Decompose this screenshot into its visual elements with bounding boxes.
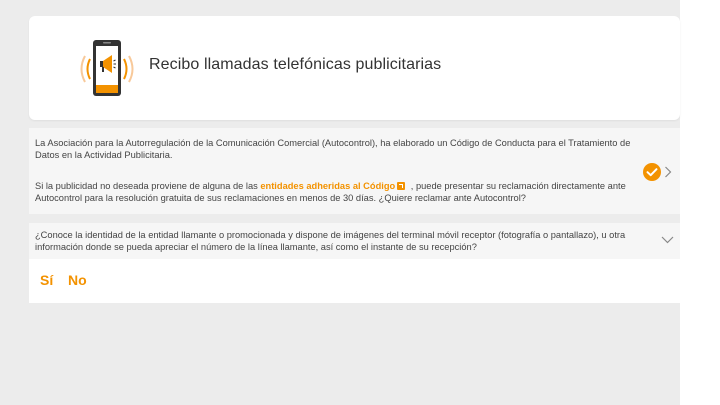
question-text: ¿Conoce la identidad de la entidad llama…: [35, 230, 626, 252]
no-button[interactable]: No: [68, 272, 87, 288]
autocontrol-info-card[interactable]: La Asociación para la Autorregulación de…: [29, 128, 680, 214]
question-card[interactable]: ¿Conoce la identidad de la entidad llama…: [29, 223, 680, 259]
phone-megaphone-icon: [80, 40, 134, 96]
chevron-right-icon[interactable]: [664, 166, 672, 178]
page-right-edge: [680, 0, 720, 405]
adhered-entities-link[interactable]: entidades adheridas al Código: [260, 181, 395, 191]
info-paragraph-1: La Asociación para la Autorregulación de…: [35, 138, 631, 160]
answers-card: Sí No: [29, 259, 680, 303]
header-card: Recibo llamadas telefónicas publicitaria…: [29, 16, 680, 120]
info-paragraph-2: Si la publicidad no deseada proviene de …: [35, 180, 640, 204]
external-link-icon[interactable]: [397, 182, 406, 190]
page-title: Recibo llamadas telefónicas publicitaria…: [149, 56, 442, 73]
yes-button[interactable]: Sí: [40, 272, 53, 288]
chevron-down-icon[interactable]: [661, 236, 674, 244]
info-paragraph-2-start: Si la publicidad no deseada proviene de …: [35, 181, 261, 191]
check-circle-icon: [643, 163, 661, 181]
